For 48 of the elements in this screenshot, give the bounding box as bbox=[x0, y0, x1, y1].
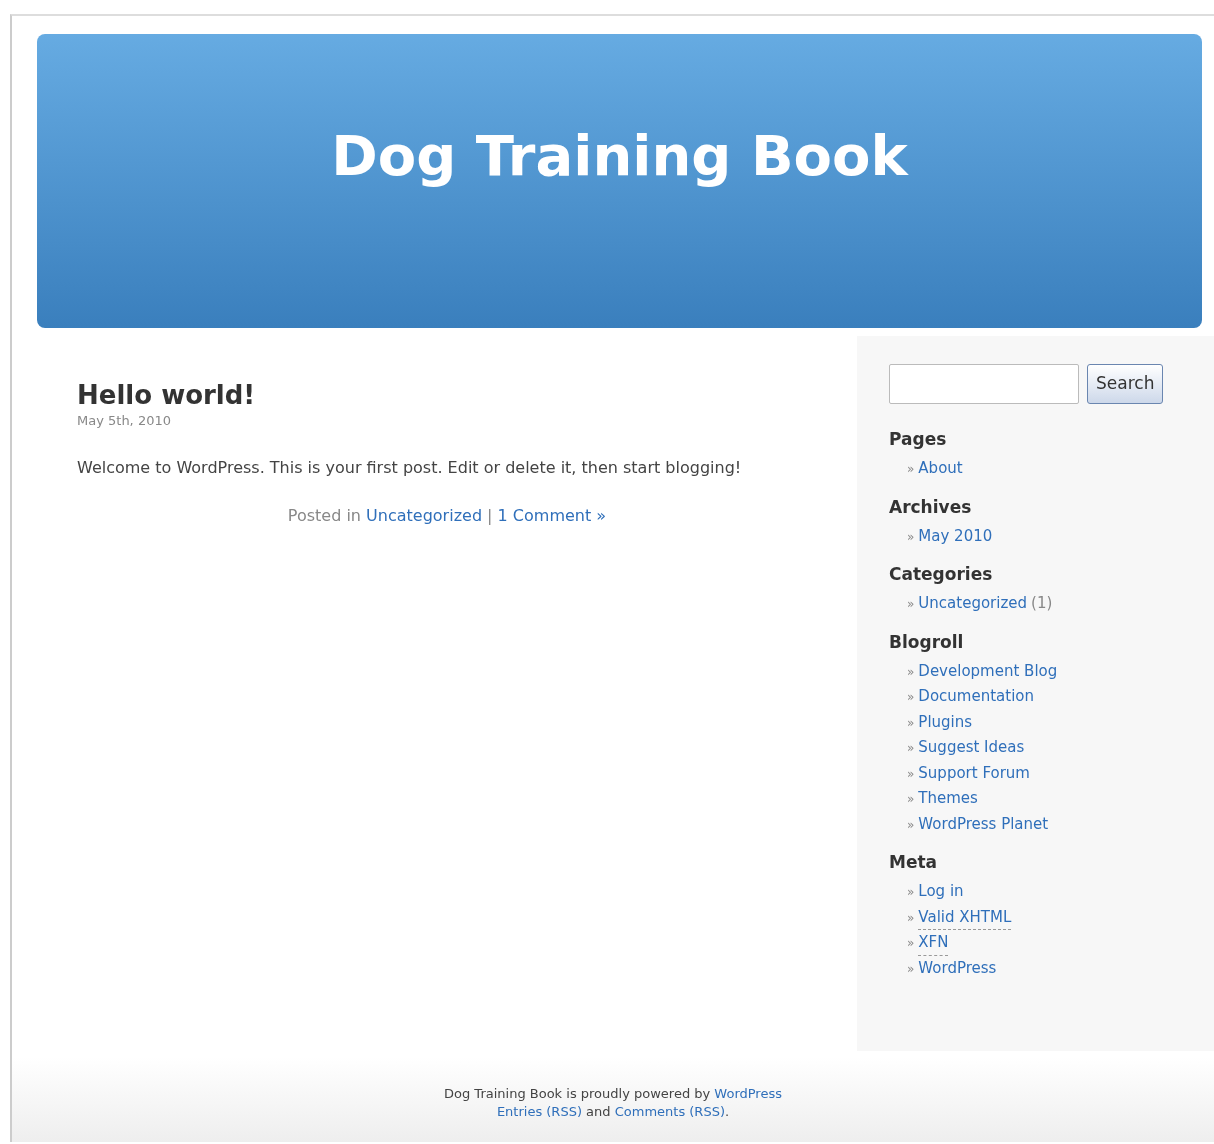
bullet-marker: » bbox=[907, 765, 915, 783]
post-count: (1) bbox=[1031, 593, 1053, 614]
sidebar-link[interactable]: WordPress bbox=[918, 955, 997, 980]
widget-heading: Blogroll bbox=[889, 631, 964, 652]
footer-text: Dog Training Book is proudly powered by WordPress bbox=[443, 1085, 783, 1103]
bullet-marker: » bbox=[907, 714, 915, 732]
widget-heading: Archives bbox=[889, 496, 972, 517]
sidebar-link[interactable]: Log in bbox=[918, 879, 964, 904]
bullet-marker: » bbox=[907, 528, 915, 546]
widget-heading: Categories bbox=[889, 564, 993, 585]
bullet-marker: » bbox=[907, 663, 915, 681]
bullet-marker: » bbox=[907, 461, 915, 478]
sidebar-link[interactable]: WordPress Planet bbox=[918, 811, 1049, 836]
bullet-marker: » bbox=[907, 816, 915, 834]
footer-text: Entries (RSS) and Comments (RSS). bbox=[495, 1103, 731, 1121]
sidebar-link[interactable]: XFN bbox=[918, 930, 949, 956]
sidebar-link[interactable]: Development Blog bbox=[918, 658, 1058, 683]
bullet-marker: » bbox=[907, 791, 915, 808]
widget-heading: Meta bbox=[889, 852, 938, 873]
post-body: Welcome to WordPress. This is your first post. Edit or delete it, then start blogging! bbox=[77, 456, 743, 479]
post-title[interactable]: Hello world! bbox=[77, 380, 256, 412]
link[interactable]: Comments (RSS) bbox=[614, 1104, 725, 1119]
link[interactable]: WordPress bbox=[714, 1086, 782, 1101]
sidebar-link[interactable]: Themes bbox=[918, 786, 978, 811]
bullet-marker: » bbox=[907, 884, 915, 901]
link[interactable]: Uncategorized bbox=[366, 506, 483, 526]
sidebar-link[interactable]: Support Forum bbox=[918, 760, 1030, 785]
link[interactable]: 1 Comment » bbox=[497, 506, 607, 526]
sidebar-link[interactable]: Valid XHTML bbox=[918, 904, 1012, 930]
sidebar-link[interactable]: About bbox=[918, 456, 963, 481]
site-title[interactable]: Dog Training Book bbox=[331, 122, 908, 190]
sidebar-link[interactable]: May 2010 bbox=[918, 523, 993, 548]
sidebar-link[interactable]: Documentation bbox=[918, 684, 1034, 709]
bullet-marker: » bbox=[907, 909, 915, 927]
sidebar-link[interactable]: Suggest Ideas bbox=[918, 735, 1025, 760]
link[interactable]: Entries (RSS) bbox=[496, 1104, 582, 1119]
bullet-marker: » bbox=[907, 960, 915, 978]
sidebar-link[interactable]: Plugins bbox=[918, 709, 973, 734]
bullet-marker: » bbox=[907, 935, 915, 952]
search-field[interactable] bbox=[889, 364, 1079, 404]
search-button[interactable]: Search bbox=[1087, 364, 1164, 404]
post-meta: Posted in Uncategorized | 1 Comment » bbox=[286, 505, 608, 528]
post-date: May 5th, 2010 bbox=[77, 412, 172, 431]
bullet-marker: » bbox=[907, 596, 915, 613]
widget-heading: Pages bbox=[889, 429, 947, 450]
bullet-marker: » bbox=[907, 689, 915, 706]
sidebar-link[interactable]: Uncategorized bbox=[918, 591, 1028, 616]
bullet-marker: » bbox=[907, 740, 915, 757]
